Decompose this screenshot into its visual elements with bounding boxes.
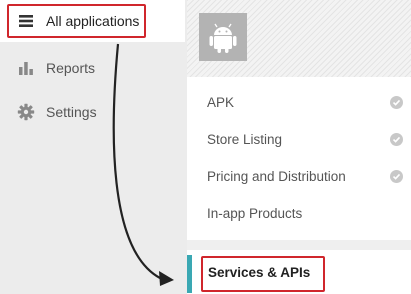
menu-item-label: Pricing and Distribution [207,169,346,184]
gear-icon [17,103,35,121]
menu-item-store-listing[interactable]: Store Listing [187,121,411,158]
highlight-box-all-applications [7,4,146,38]
app-panel: APK Store Listing Pricing and Distributi… [187,0,411,294]
selected-indicator [187,255,192,293]
sidebar-item-label: Reports [46,60,96,76]
check-circle-icon [390,133,403,146]
sidebar-item-reports[interactable]: Reports [0,47,185,89]
menu-item-label: In-app Products [207,206,303,221]
app-icon-tile[interactable] [199,13,247,61]
menu-item-apk[interactable]: APK [187,84,411,121]
menu-item-in-app-products[interactable]: In-app Products [187,195,411,232]
menu-item-label: Store Listing [207,132,283,147]
menu-divider [187,240,411,250]
bar-chart-icon [19,62,33,75]
android-icon [209,23,237,53]
app-menu: APK Store Listing Pricing and Distributi… [187,84,411,232]
menu-item-label: APK [207,95,235,110]
app-header [187,0,411,77]
check-circle-icon [390,96,403,109]
menu-item-services-apis[interactable]: Services & APIs [187,255,411,293]
sidebar-item-label: Settings [46,104,97,120]
check-circle-icon [390,170,403,183]
sidebar-item-settings[interactable]: Settings [0,91,185,133]
menu-item-pricing-distribution[interactable]: Pricing and Distribution [187,158,411,195]
sidebar: All applications Reports Settings [0,0,185,294]
highlight-box-services-apis [201,256,325,292]
